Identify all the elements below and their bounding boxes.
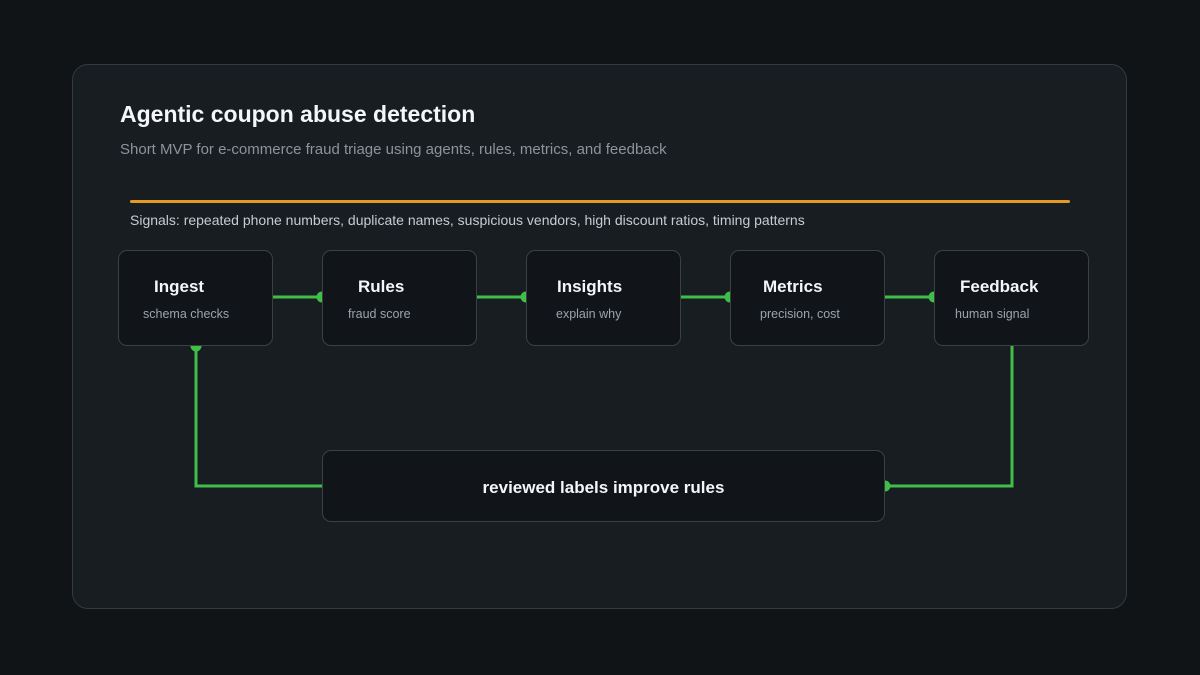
stage-metrics: Metrics precision, cost — [730, 250, 885, 346]
stage-insights: Insights explain why — [526, 250, 681, 346]
stage-subtitle: explain why — [556, 307, 622, 321]
stage-title: Ingest — [154, 277, 205, 296]
stage-subtitle: fraud score — [348, 307, 411, 321]
connector-loop-to-ingest — [194, 346, 322, 488]
feedback-loop-box: reviewed labels improve rules — [322, 450, 885, 522]
stage-title: Metrics — [763, 277, 823, 296]
stage-rules: Rules fraud score — [322, 250, 477, 346]
feedback-loop-label: reviewed labels improve rules — [482, 478, 725, 497]
stage-feedback: Feedback human signal — [934, 250, 1089, 346]
stage-ingest: Ingest schema checks — [118, 250, 273, 346]
connector-feedback-to-loop — [885, 346, 1014, 488]
stage-title: Rules — [358, 277, 405, 296]
stage-title: Insights — [557, 277, 623, 296]
stage-subtitle: human signal — [955, 307, 1030, 321]
stage-subtitle: schema checks — [143, 307, 230, 321]
stage-subtitle: precision, cost — [760, 307, 840, 321]
stage-title: Feedback — [960, 277, 1039, 296]
diagram-canvas: Agentic coupon abuse detection Short MVP… — [0, 0, 1200, 675]
